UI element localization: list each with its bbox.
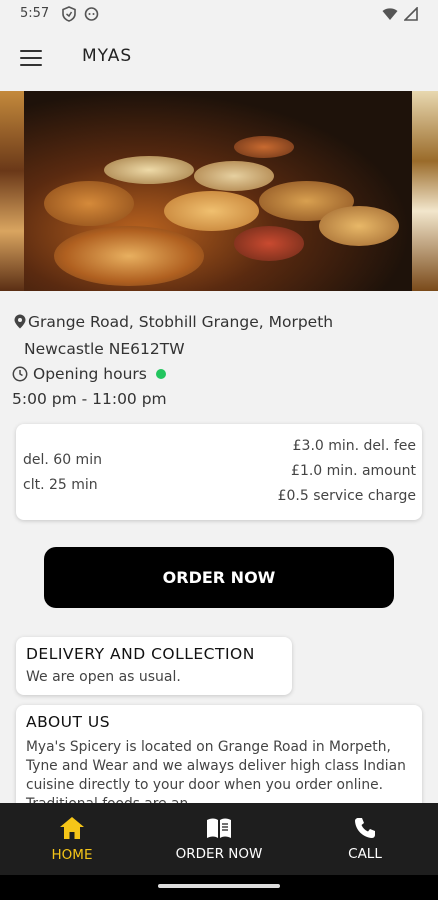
app-bar: MYAS [0,30,438,86]
nav-label-home: HOME [51,847,93,863]
delivery-time: del. 60 min [23,452,102,468]
opening-hours-time: 5:00 pm - 11:00 pm [12,390,167,408]
food-spread-image [24,91,412,291]
system-gesture-area [0,875,438,900]
home-icon [60,817,84,839]
min-amount: £1.0 min. amount [291,463,416,479]
signal-icon [404,7,418,21]
notice-body: We are open as usual. [26,669,181,685]
phone-icon [355,818,375,838]
opening-hours-label: Opening hours [33,365,147,383]
hamburger-menu-icon[interactable] [20,50,42,66]
address-line-2: Newcastle NE612TW [24,340,185,358]
restaurant-address: Grange Road, Stobhill Grange, Morpeth Ne… [14,309,333,363]
shield-icon [62,6,76,22]
nav-label-order-now: ORDER NOW [175,846,263,862]
wifi-icon [382,8,398,20]
fee-info: £3.0 min. del. fee £1.0 min. amount £0.5… [278,434,416,509]
menu-book-icon [207,818,231,838]
min-delivery-fee: £3.0 min. del. fee [292,438,416,454]
home-gesture-bar[interactable] [158,884,280,888]
nav-item-order-now[interactable]: ORDER NOW [164,803,274,875]
status-bar: 5:57 [0,0,438,30]
clock-icon [12,366,28,382]
notice-title: DELIVERY AND COLLECTION [26,645,255,663]
nav-item-home[interactable]: HOME [32,803,112,875]
carousel-prev-image[interactable] [0,91,24,291]
status-icons-right [382,7,418,21]
open-status-dot [155,369,166,379]
hero-banner-image [0,91,438,291]
delivery-collection-notice: DELIVERY AND COLLECTION We are open as u… [16,637,292,695]
location-pin-icon [14,314,26,329]
collection-time: clt. 25 min [23,477,98,493]
opening-hours-row: Opening hours [12,365,166,383]
cat-face-icon [84,7,99,21]
order-now-button[interactable]: ORDER NOW [44,547,394,608]
bottom-navigation: HOME ORDER NOW CALL [0,803,438,875]
status-time: 5:57 [20,6,50,21]
about-title: ABOUT US [26,713,111,731]
status-icons-left [62,6,99,22]
service-charge: £0.5 service charge [277,488,416,504]
timing-info: del. 60 min clt. 25 min [23,448,102,498]
address-line-1: Grange Road, Stobhill Grange, Morpeth [28,313,334,331]
app-title: MYAS [82,46,133,66]
delivery-info-card: del. 60 min clt. 25 min £3.0 min. del. f… [16,424,422,520]
carousel-next-image[interactable] [412,91,438,291]
nav-label-call: CALL [348,846,382,862]
nav-item-call[interactable]: CALL [330,803,400,875]
